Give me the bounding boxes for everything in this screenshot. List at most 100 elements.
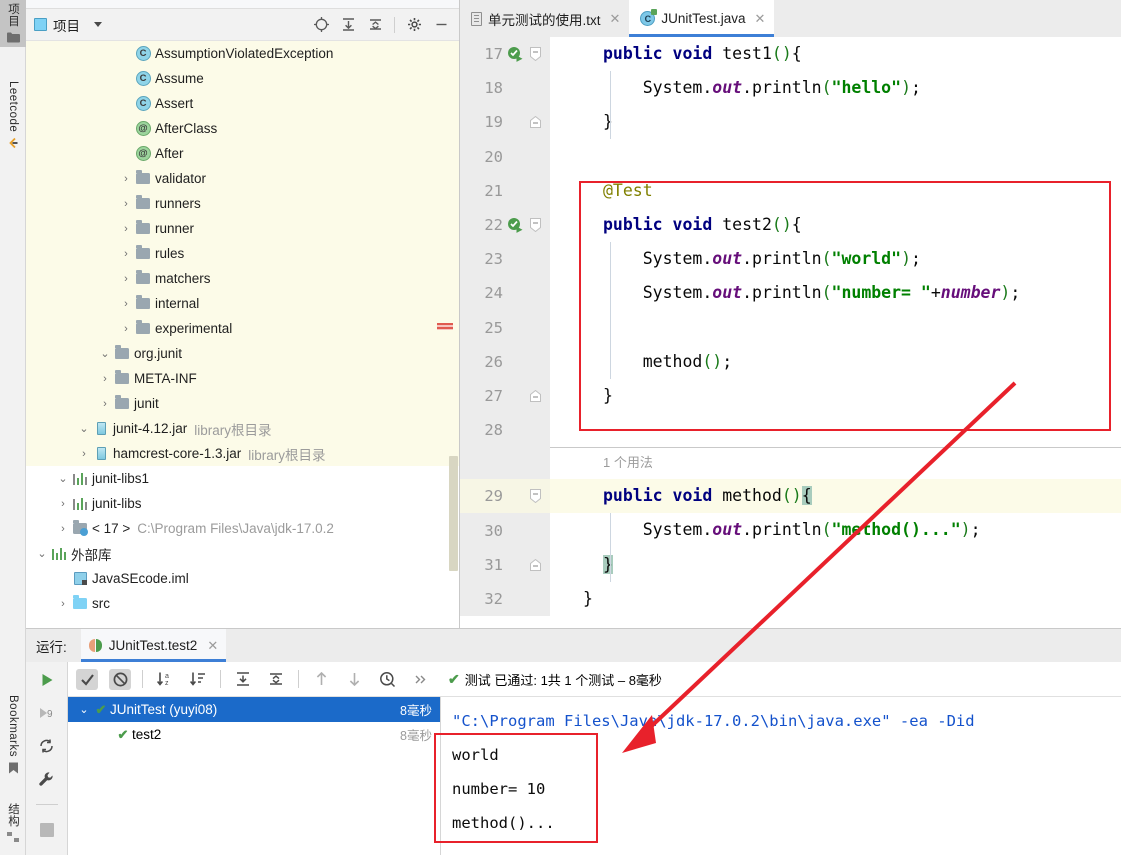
chevron-right-icon[interactable]: › [118,323,134,335]
chevron-down-icon[interactable]: ⌄ [34,547,50,560]
tree-node[interactable]: ·@ AfterClass [26,116,459,141]
toggle-auto-test-icon[interactable] [37,736,57,756]
test-history-icon[interactable] [376,669,398,690]
tree-node[interactable]: › validator [26,166,459,191]
chevron-right-icon[interactable]: · [118,48,134,60]
chevron-right-icon[interactable]: › [76,448,92,460]
chevron-right-icon[interactable]: · [118,98,134,110]
code-line[interactable]: 31} [460,547,1121,582]
chevron-right-icon[interactable]: › [97,373,113,385]
run-configuration-tab[interactable]: JUnitTest.test2 ✕ [80,629,227,662]
code-line[interactable]: 27} [460,378,1121,414]
test-results-tree[interactable]: ⌄ ✔ JUnitTest (yuyi08) 8毫秒 ✔ test2 8毫秒 [68,697,441,855]
chevron-right-icon[interactable]: › [55,523,71,535]
code-line[interactable]: 28 [460,413,1121,448]
sidebar-item-bookmarks[interactable]: Bookmarks [0,692,26,779]
fold-toggle-icon[interactable] [524,389,546,402]
fold-toggle-icon[interactable] [524,218,546,233]
chevron-right-icon[interactable]: › [97,398,113,410]
chevron-right-icon[interactable]: › [118,248,134,260]
fold-toggle-icon[interactable] [524,47,546,62]
test-tree-row[interactable]: ⌄ ✔ JUnitTest (yuyi08) 8毫秒 [68,697,440,722]
show-passed-icon[interactable] [76,668,98,690]
run-test-gutter-icon[interactable] [506,217,524,234]
fold-toggle-icon[interactable] [524,489,546,504]
code-line[interactable]: 18 System.out.println("hello"); [460,71,1121,106]
stop-icon[interactable] [37,820,57,840]
chevron-right-icon[interactable]: › [118,198,134,210]
chevron-right-icon[interactable]: › [118,273,134,285]
chevron-right-icon[interactable]: › [118,173,134,185]
code-line[interactable]: 21 @Test [460,173,1121,208]
tree-node[interactable]: › < 17 > C:\Program Files\Java\jdk-17.0.2 [26,516,459,541]
tree-node[interactable]: › matchers [26,266,459,291]
collapse-all-icon[interactable] [367,17,383,33]
hide-panel-icon[interactable] [433,17,449,33]
chevron-right-icon[interactable]: · [55,573,71,585]
tree-node[interactable]: ⌄ org.junit [26,341,459,366]
code-line[interactable]: 30 System.out.println("method()..."); [460,513,1121,548]
chevron-down-icon[interactable]: ⌄ [55,472,71,485]
settings-wrench-icon[interactable] [37,769,57,789]
chevron-down-icon[interactable]: ⌄ [76,703,92,716]
sidebar-item-project[interactable]: 项目 [0,0,26,47]
code-line[interactable]: 22 public void test2(){ [460,207,1121,243]
tree-node[interactable]: › experimental [26,316,459,341]
editor-tabbar[interactable]: 单元测试的使用.txt ✕ C JUnitTest.java ✕ [460,0,1121,37]
chevron-down-icon[interactable]: ⌄ [97,347,113,360]
rerun-icon[interactable] [37,670,57,690]
tree-node[interactable]: ·C AssumptionViolatedException [26,41,459,66]
tree-node[interactable]: · JavaSEcode.iml [26,566,459,591]
tree-node[interactable]: ⌄ junit-4.12.jar library根目录 [26,416,459,441]
tree-node[interactable]: ·C Assume [26,66,459,91]
tree-node[interactable]: › rules [26,241,459,266]
tree-node[interactable]: › junit-libs [26,491,459,516]
project-panel-title-group[interactable]: 项目 [34,15,102,35]
tree-node[interactable]: › internal [26,291,459,316]
code-line[interactable]: 26 method(); [460,344,1121,379]
tree-node[interactable]: › runners [26,191,459,216]
sidebar-item-leetcode[interactable]: Leetcode [0,78,26,154]
sidebar-item-structure[interactable]: 结构 [0,800,26,847]
chevron-right-icon[interactable]: · [118,123,134,135]
tree-node[interactable]: ⌄ 外部库 [26,541,459,566]
usage-hint-label[interactable]: 1 个用法 [550,447,1121,479]
settings-gear-icon[interactable] [406,17,422,33]
hide-ignored-icon[interactable] [109,668,131,690]
tree-node[interactable]: › META-INF [26,366,459,391]
code-line[interactable]: 23 System.out.println("world"); [460,242,1121,277]
code-line[interactable]: 17 public void test1(){ [460,37,1121,72]
expand-all-icon[interactable] [340,17,356,33]
code-line[interactable]: 25 [460,310,1121,345]
editor-tab[interactable]: 单元测试的使用.txt ✕ [460,0,629,37]
tree-node[interactable]: › junit [26,391,459,416]
project-tree[interactable]: ·CAssumptionViolatedException·CAssume·CA… [26,41,459,628]
code-line[interactable]: 20 [460,139,1121,174]
chevron-down-icon[interactable]: ⌄ [76,422,92,435]
editor-tab[interactable]: C JUnitTest.java ✕ [629,0,775,37]
collapse-all-icon[interactable] [265,669,287,690]
chevron-right-icon[interactable]: › [118,298,134,310]
select-opened-file-icon[interactable] [313,17,329,33]
tree-node[interactable]: › runner [26,216,459,241]
code-line[interactable]: 29 public void method(){ [460,479,1121,514]
tree-node[interactable]: › src [26,591,459,616]
chevron-right-icon[interactable]: › [55,498,71,510]
chevron-right-icon[interactable]: · [118,73,134,85]
project-scrollbar[interactable] [449,456,458,571]
chevron-right-icon[interactable]: › [55,598,71,610]
tree-node[interactable]: ·C Assert [26,91,459,116]
fold-toggle-icon[interactable] [524,116,546,129]
code-line[interactable]: 24 System.out.println("number= "+number)… [460,276,1121,311]
chevron-right-icon[interactable]: › [118,223,134,235]
chevron-down-icon[interactable] [94,22,102,27]
chevron-right-icon[interactable]: · [118,148,134,160]
code-line[interactable]: 32} [460,581,1121,616]
next-failed-test-icon[interactable] [343,669,365,690]
tree-node[interactable]: ·@ After [26,141,459,166]
run-test-gutter-icon[interactable] [506,46,524,63]
rerun-failed-tests-icon[interactable]: 9 [37,703,57,723]
prev-failed-test-icon[interactable] [310,669,332,690]
code-editor[interactable]: 17 public void test1(){18 System.out.prin… [460,37,1121,628]
expand-all-icon[interactable] [232,669,254,690]
